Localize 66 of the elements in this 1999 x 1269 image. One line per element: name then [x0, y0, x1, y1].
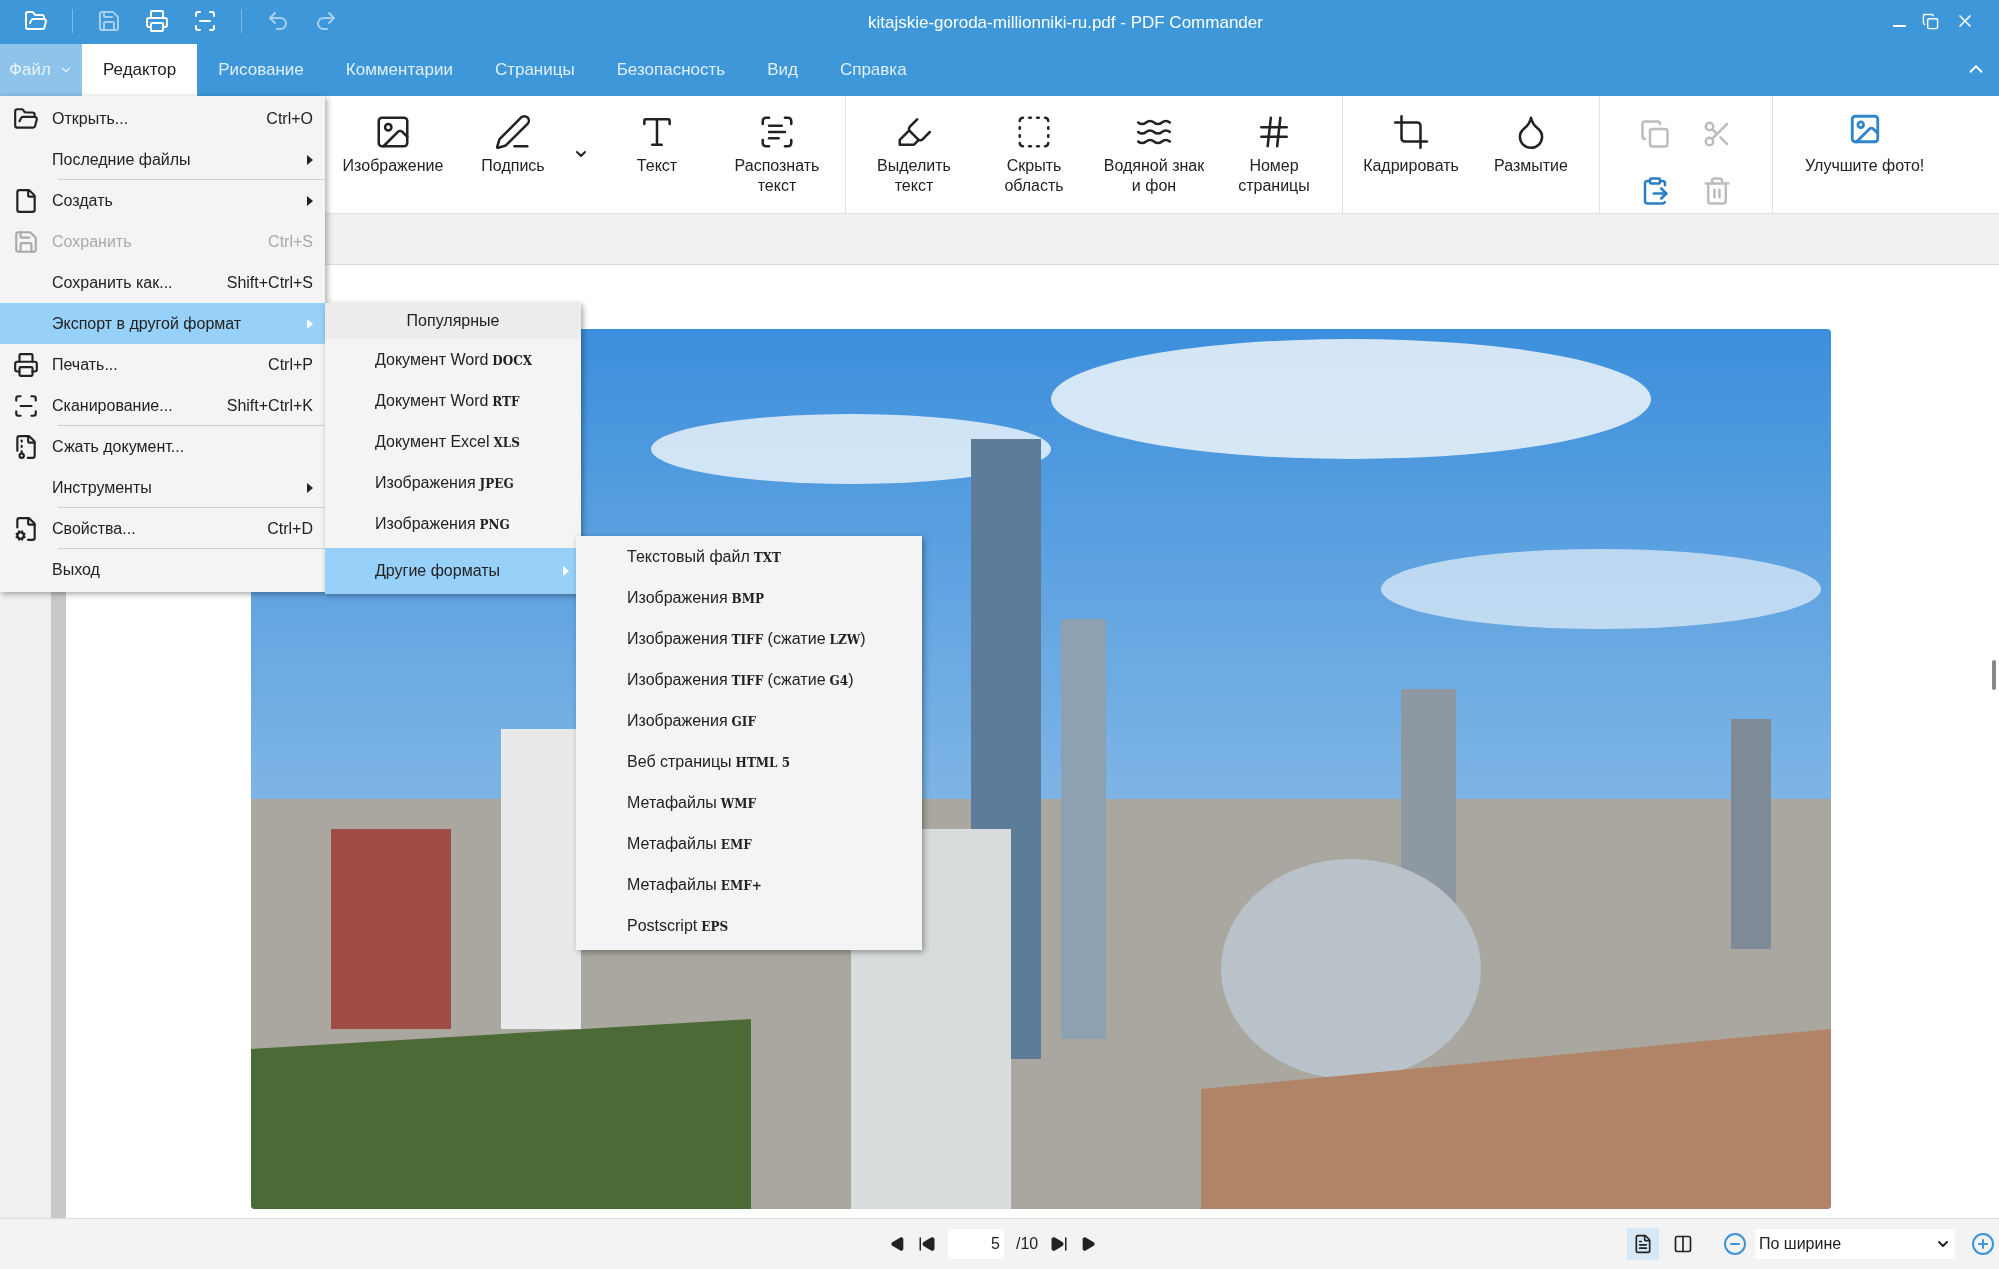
menu-item[interactable]: Изображения JPEG — [325, 462, 581, 503]
open-icon — [13, 105, 39, 132]
last-page-button[interactable] — [1050, 1235, 1069, 1253]
menu-item[interactable]: Изображения TIFF (сжатие G4) — [576, 659, 922, 700]
submenu-arrow-icon — [307, 154, 313, 165]
menu-item[interactable]: Документ Word RTF — [325, 380, 581, 421]
zoom-select[interactable]: По ширине — [1755, 1229, 1955, 1259]
menu-item[interactable]: Изображения TIFF (сжатие LZW) — [576, 618, 922, 659]
ribbon-button[interactable]: Скрыть область — [978, 108, 1090, 196]
menu-item[interactable]: Свойства... Ctrl+D — [0, 508, 325, 549]
menu-item[interactable]: Печать... Ctrl+P — [0, 344, 325, 385]
zoom-out-button[interactable] — [1723, 1232, 1747, 1256]
print-icon[interactable] — [145, 9, 169, 33]
menu-header: Популярные — [325, 303, 581, 339]
menu-item[interactable]: Документ Word DOCX — [325, 339, 581, 380]
ribbon-button[interactable]: Распознать текст — [721, 108, 833, 196]
print-icon — [13, 351, 39, 378]
menu-item[interactable]: Создать — [0, 180, 325, 221]
submenu-arrow-icon — [307, 195, 313, 206]
page-icon — [13, 187, 39, 214]
first-page-button[interactable] — [918, 1235, 936, 1253]
zoom-in-button[interactable] — [1971, 1232, 1995, 1256]
next-page-button[interactable] — [1080, 1236, 1097, 1252]
menu-item[interactable]: Выход — [0, 549, 325, 590]
ribbon-button[interactable]: Изображение — [337, 108, 449, 176]
menu-item[interactable]: Сохранить как... Shift+Ctrl+S — [0, 262, 325, 303]
save-icon — [13, 228, 39, 255]
ribbon-tab[interactable]: Редактор — [82, 44, 198, 96]
scrollbar-thumb[interactable] — [1992, 660, 1996, 690]
two-page-icon — [1673, 1234, 1693, 1254]
menu-item[interactable]: Экспорт в другой формат — [0, 303, 325, 344]
ribbon-button[interactable]: Кадрировать — [1355, 108, 1467, 176]
single-page-view-button[interactable] — [1627, 1228, 1659, 1260]
menu-item[interactable]: Веб страницы HTML 5 — [576, 741, 922, 782]
page-total: /10 — [1016, 1234, 1039, 1254]
ribbon-button[interactable]: Водяной знак и фон — [1098, 108, 1210, 196]
page-number-field[interactable]: 5 — [948, 1229, 1004, 1259]
menu-item[interactable]: Документ Excel XLS — [325, 421, 581, 462]
window-title: kitajskie-goroda-millionniki-ru.pdf - PDF Commander — [868, 12, 1263, 34]
ribbon-button[interactable]: Выделить текст — [858, 108, 970, 196]
ribbon-button[interactable]: Подпись — [457, 108, 593, 176]
ribbon-button[interactable]: Текст — [601, 108, 713, 176]
restore-icon — [1922, 12, 1939, 30]
scanner-icon[interactable] — [193, 9, 217, 33]
menu-item[interactable]: Postscript EPS — [576, 905, 922, 946]
menu-item[interactable]: Сканирование... Shift+Ctrl+K — [0, 385, 325, 426]
folder-icon[interactable] — [24, 9, 48, 33]
menu-item[interactable]: Метафайлы EMF+ — [576, 864, 922, 905]
minimize-icon — [1893, 25, 1906, 27]
menu-item[interactable]: Открыть... Ctrl+O — [0, 98, 325, 139]
enhance-photo-button[interactable]: Улучшите фото! — [1773, 96, 1957, 213]
submenu-arrow-icon — [563, 566, 569, 576]
menu-item[interactable]: Инструменты — [0, 467, 325, 508]
scanner-icon — [13, 392, 39, 419]
single-page-icon — [1633, 1234, 1653, 1254]
menu-item[interactable]: Метафайлы EMF — [576, 823, 922, 864]
menu-item[interactable]: Метафайлы WMF — [576, 782, 922, 823]
submenu-arrow-icon — [307, 482, 313, 493]
ribbon-button[interactable]: Номер страницы — [1218, 108, 1330, 196]
menu-item[interactable]: Последние файлы — [0, 139, 325, 180]
previous-page-button[interactable] — [890, 1236, 906, 1252]
submenu-arrow-icon — [307, 318, 313, 329]
ribbon-button[interactable]: Размытие — [1475, 108, 1587, 176]
menu-item[interactable]: Изображения GIF — [576, 700, 922, 741]
restore-button[interactable] — [1922, 12, 1939, 30]
menu-item[interactable]: Сжать документ... — [0, 426, 325, 467]
